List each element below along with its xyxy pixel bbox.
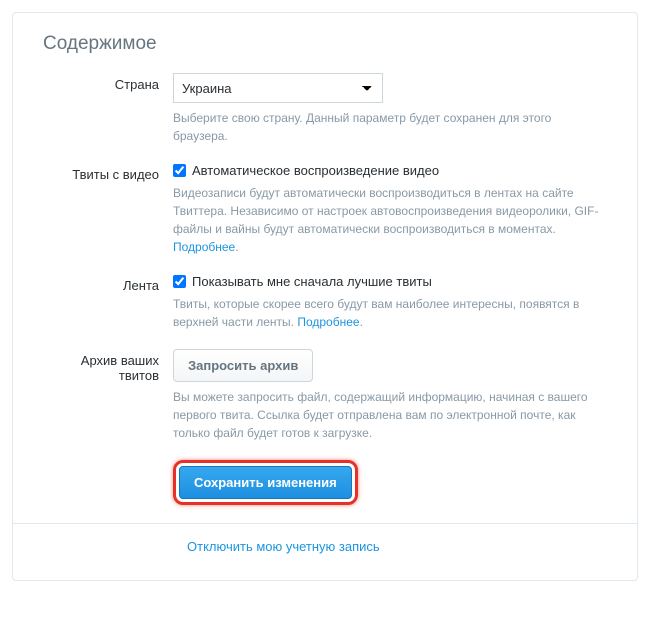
deactivate-link[interactable]: Отключить мою учетную запись — [187, 539, 380, 554]
timeline-topfirst-text: Показывать мне сначала лучшие твиты — [192, 274, 432, 289]
timeline-topfirst-label[interactable]: Показывать мне сначала лучшие твиты — [173, 274, 607, 289]
video-help-text: Видеозаписи будут автоматически воспроиз… — [173, 186, 598, 236]
archive-row: Архив ваших твитов Запросить архив Вы мо… — [43, 349, 607, 442]
content-section: Содержимое Страна Украина Выберите свою … — [13, 13, 637, 580]
deactivate-row: Отключить мою учетную запись — [43, 524, 607, 560]
archive-help: Вы можете запросить файл, содержащий инф… — [173, 388, 607, 442]
video-label: Твиты с видео — [43, 163, 173, 256]
timeline-label: Лента — [43, 274, 173, 331]
request-archive-button[interactable]: Запросить архив — [173, 349, 313, 382]
country-label: Страна — [43, 73, 173, 145]
archive-field: Запросить архив Вы можете запросить файл… — [173, 349, 607, 442]
country-row: Страна Украина Выберите свою страну. Дан… — [43, 73, 607, 145]
save-spacer — [43, 460, 173, 505]
save-field: Сохранить изменения — [173, 460, 607, 505]
video-more-link[interactable]: Подробнее — [173, 240, 235, 254]
video-autoplay-text: Автоматическое воспроизведение видео — [192, 163, 439, 178]
timeline-more-link[interactable]: Подробнее — [297, 315, 359, 329]
video-field: Автоматическое воспроизведение видео Вид… — [173, 163, 607, 256]
country-help: Выберите свою страну. Данный параметр бу… — [173, 109, 607, 145]
video-row: Твиты с видео Автоматическое воспроизвед… — [43, 163, 607, 256]
section-heading: Содержимое — [43, 33, 607, 55]
video-help: Видеозаписи будут автоматически воспроиз… — [173, 184, 607, 256]
save-button-highlight: Сохранить изменения — [173, 460, 358, 505]
country-select[interactable]: Украина — [173, 73, 383, 103]
archive-label: Архив ваших твитов — [43, 349, 173, 442]
timeline-row: Лента Показывать мне сначала лучшие твит… — [43, 274, 607, 331]
save-button[interactable]: Сохранить изменения — [179, 466, 352, 499]
save-row: Сохранить изменения — [43, 460, 607, 505]
timeline-field: Показывать мне сначала лучшие твиты Твит… — [173, 274, 607, 331]
timeline-topfirst-checkbox[interactable] — [173, 275, 186, 288]
timeline-help: Твиты, которые скорее всего будут вам на… — [173, 295, 607, 331]
video-autoplay-label[interactable]: Автоматическое воспроизведение видео — [173, 163, 607, 178]
video-autoplay-checkbox[interactable] — [173, 164, 186, 177]
timeline-help-text: Твиты, которые скорее всего будут вам на… — [173, 297, 579, 329]
settings-card: Содержимое Страна Украина Выберите свою … — [12, 12, 638, 581]
country-field: Украина Выберите свою страну. Данный пар… — [173, 73, 607, 145]
